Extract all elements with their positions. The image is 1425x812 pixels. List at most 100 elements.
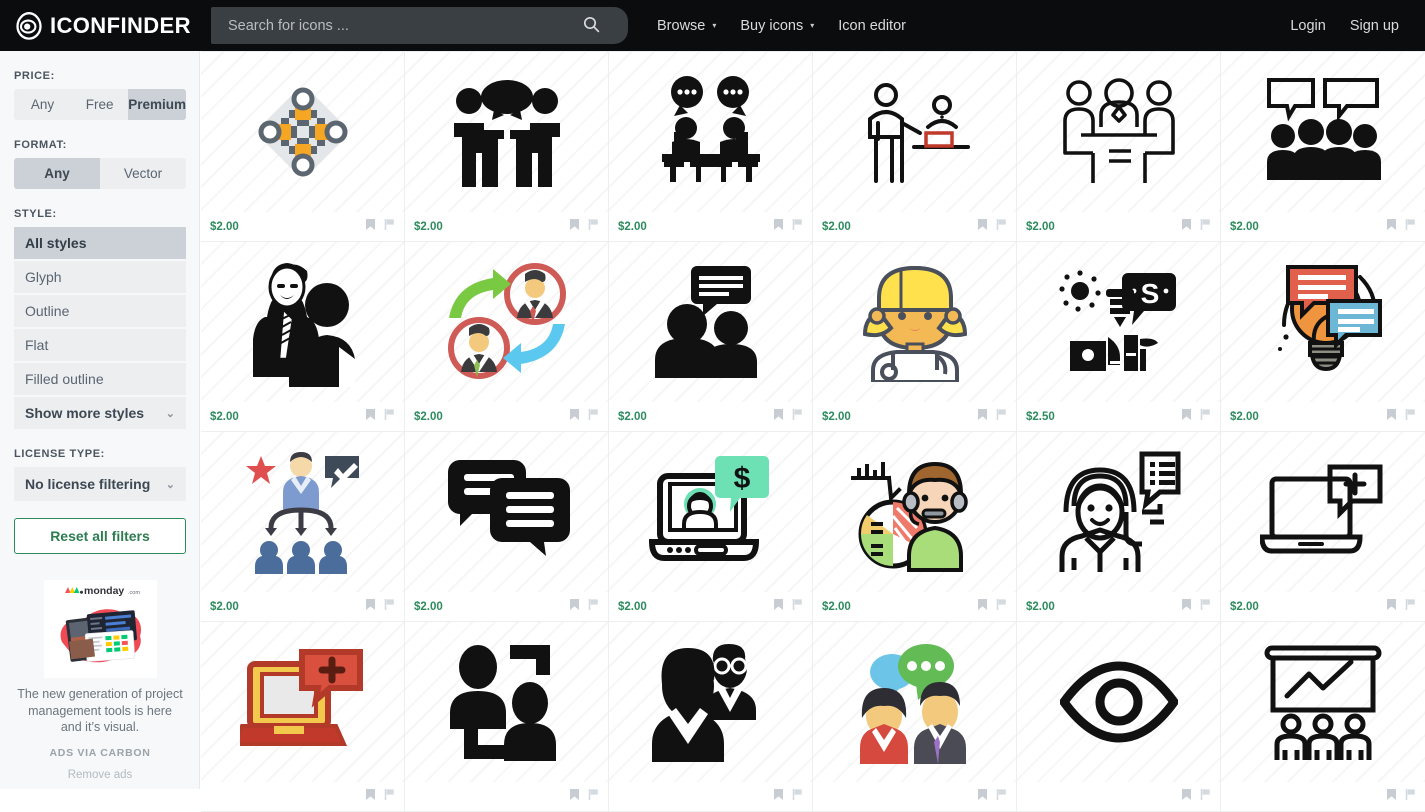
bookmark-icon[interactable] (773, 408, 784, 426)
flag-icon[interactable] (792, 218, 803, 236)
price-option-any[interactable]: Any (14, 89, 72, 120)
icon-card[interactable]: $ $2.00 (609, 432, 813, 622)
nav-item-buy-icons[interactable]: Buy icons ▾ (728, 0, 826, 51)
flag-icon[interactable] (588, 788, 599, 806)
ad-carbon-label[interactable]: ADS VIA CARBON (14, 747, 186, 759)
icon-card[interactable]: S $2.50 (1017, 242, 1221, 432)
flag-icon[interactable] (588, 408, 599, 426)
flag-icon[interactable] (1405, 788, 1416, 806)
icon-card[interactable] (813, 622, 1017, 812)
icon-thumbnail[interactable] (1221, 242, 1425, 402)
icon-card[interactable] (609, 622, 813, 812)
flag-icon[interactable] (384, 788, 395, 806)
bookmark-icon[interactable] (365, 598, 376, 616)
flag-icon[interactable] (996, 788, 1007, 806)
icon-thumbnail[interactable] (1221, 622, 1425, 782)
flag-icon[interactable] (588, 598, 599, 616)
icon-card[interactable] (1017, 622, 1221, 812)
flag-icon[interactable] (996, 598, 1007, 616)
bookmark-icon[interactable] (1386, 598, 1397, 616)
flag-icon[interactable] (384, 408, 395, 426)
icon-thumbnail[interactable] (609, 242, 812, 402)
reset-all-filters-button[interactable]: Reset all filters (14, 518, 186, 554)
bookmark-icon[interactable] (977, 598, 988, 616)
flag-icon[interactable] (384, 598, 395, 616)
icon-thumbnail[interactable] (201, 432, 404, 592)
login-link[interactable]: Login (1278, 18, 1337, 34)
bookmark-icon[interactable] (1386, 218, 1397, 236)
style-option-filled-outline[interactable]: Filled outline (14, 363, 186, 395)
bookmark-icon[interactable] (1181, 598, 1192, 616)
flag-icon[interactable] (1405, 218, 1416, 236)
bookmark-icon[interactable] (1386, 788, 1397, 806)
sidebar-ad[interactable]: monday .com The new generation of projec… (14, 580, 186, 781)
icon-thumbnail[interactable] (405, 242, 608, 402)
icon-card[interactable]: $2.00 (1221, 242, 1425, 432)
icon-thumbnail[interactable] (1221, 52, 1425, 212)
ad-image[interactable]: monday .com (43, 580, 157, 678)
icon-thumbnail[interactable] (813, 52, 1016, 212)
icon-thumbnail[interactable]: $ (609, 432, 812, 592)
flag-icon[interactable] (1200, 408, 1211, 426)
price-option-premium[interactable]: Premium (128, 89, 186, 120)
bookmark-icon[interactable] (1386, 408, 1397, 426)
bookmark-icon[interactable] (1181, 408, 1192, 426)
format-option-any[interactable]: Any (14, 158, 100, 189)
icon-thumbnail[interactable] (813, 432, 1016, 592)
bookmark-icon[interactable] (365, 788, 376, 806)
bookmark-icon[interactable] (773, 218, 784, 236)
icon-card[interactable]: $2.00 (201, 242, 405, 432)
flag-icon[interactable] (996, 218, 1007, 236)
bookmark-icon[interactable] (569, 218, 580, 236)
icon-card[interactable] (405, 622, 609, 812)
icon-thumbnail[interactable] (201, 52, 404, 212)
icon-thumbnail[interactable] (201, 242, 404, 402)
bookmark-icon[interactable] (773, 788, 784, 806)
flag-icon[interactable] (1405, 408, 1416, 426)
flag-icon[interactable] (588, 218, 599, 236)
style-option-all-styles[interactable]: All styles (14, 227, 186, 259)
icon-card[interactable]: $2.00 (1017, 52, 1221, 242)
icon-card[interactable]: $2.00 (1017, 432, 1221, 622)
style-option-outline[interactable]: Outline (14, 295, 186, 327)
icon-card[interactable] (201, 622, 405, 812)
icon-thumbnail[interactable] (405, 622, 608, 782)
flag-icon[interactable] (792, 788, 803, 806)
icon-card[interactable]: $2.00 (1221, 432, 1425, 622)
icon-card[interactable] (1221, 622, 1425, 812)
flag-icon[interactable] (1405, 598, 1416, 616)
icon-thumbnail[interactable] (201, 622, 404, 782)
icon-card[interactable]: $2.00 (201, 432, 405, 622)
license-type-select[interactable]: No license filtering ⌄ (14, 467, 186, 501)
icon-card[interactable]: $2.00 (813, 432, 1017, 622)
flag-icon[interactable] (1200, 598, 1211, 616)
bookmark-icon[interactable] (977, 218, 988, 236)
flag-icon[interactable] (792, 598, 803, 616)
icon-thumbnail[interactable] (1017, 432, 1220, 592)
icon-card[interactable]: $2.00 (813, 52, 1017, 242)
icon-card[interactable]: $2.00 (201, 52, 405, 242)
flag-icon[interactable] (792, 408, 803, 426)
icon-thumbnail[interactable] (609, 52, 812, 212)
search-button[interactable] (571, 7, 611, 44)
icon-card[interactable]: $2.00 (813, 242, 1017, 432)
bookmark-icon[interactable] (569, 408, 580, 426)
icon-card[interactable]: $2.00 (405, 242, 609, 432)
bookmark-icon[interactable] (977, 788, 988, 806)
style-option-glyph[interactable]: Glyph (14, 261, 186, 293)
flag-icon[interactable] (996, 408, 1007, 426)
search-bar[interactable] (211, 7, 628, 44)
icon-card[interactable]: $2.00 (405, 52, 609, 242)
icon-thumbnail[interactable] (609, 622, 812, 782)
flag-icon[interactable] (1200, 788, 1211, 806)
icon-card[interactable]: $2.00 (1221, 52, 1425, 242)
nav-item-icon-editor[interactable]: Icon editor (826, 0, 918, 51)
format-option-vector[interactable]: Vector (100, 158, 186, 189)
icon-thumbnail[interactable]: S (1017, 242, 1220, 402)
flag-icon[interactable] (1200, 218, 1211, 236)
flag-icon[interactable] (384, 218, 395, 236)
icon-card[interactable]: $2.00 (609, 52, 813, 242)
nav-item-browse[interactable]: Browse ▾ (645, 0, 728, 51)
icon-thumbnail[interactable] (813, 622, 1016, 782)
icon-thumbnail[interactable] (813, 242, 1016, 402)
